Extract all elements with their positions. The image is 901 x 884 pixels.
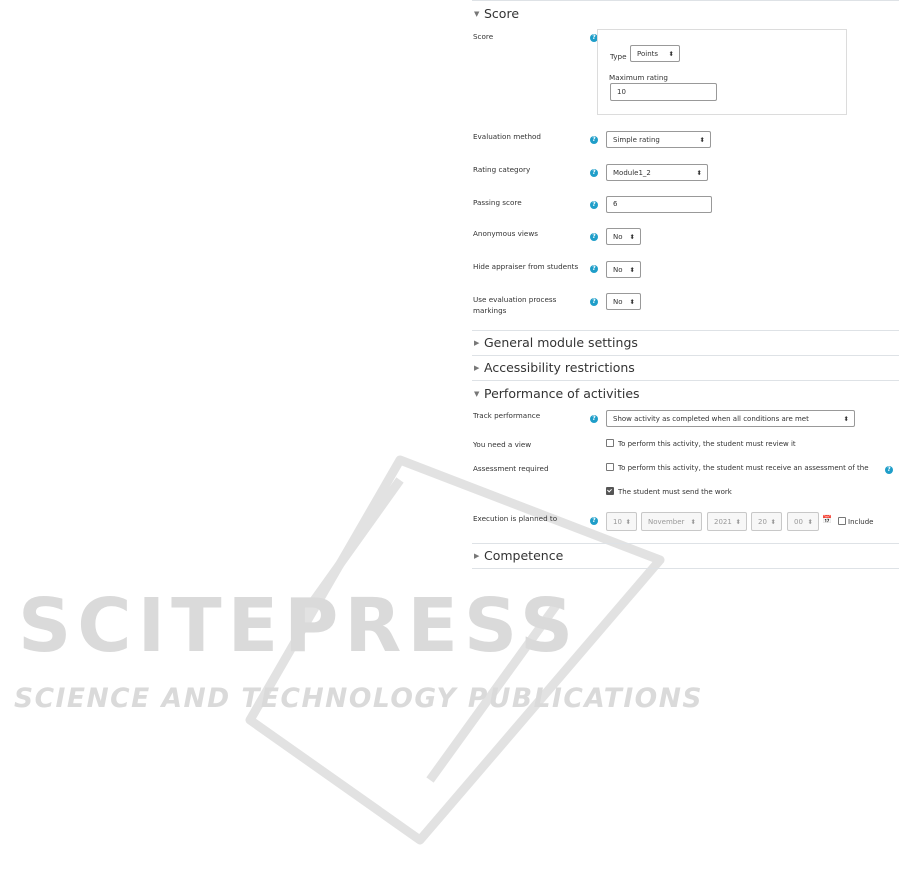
- include-checkbox[interactable]: [838, 517, 846, 525]
- help-icon[interactable]: ?: [590, 233, 598, 241]
- caret-right-icon: ▶: [474, 339, 480, 347]
- watermark-subtitle: SCIENCE AND TECHNOLOGY PUBLICATIONS: [14, 683, 703, 714]
- month-select[interactable]: November ⬍: [641, 512, 702, 531]
- divider: [472, 330, 899, 331]
- help-icon[interactable]: ?: [590, 517, 598, 525]
- help-icon[interactable]: ?: [885, 466, 893, 474]
- select-arrow-icon: ⬍: [629, 233, 635, 241]
- type-select[interactable]: Points ⬍: [630, 45, 680, 62]
- need-view-checkbox-row[interactable]: To perform this activity, the student mu…: [606, 439, 796, 448]
- need-view-checkbox[interactable]: [606, 439, 614, 447]
- use-markings-label: Use evaluation process markings: [473, 295, 557, 315]
- day-select[interactable]: 10 ⬍: [606, 512, 637, 531]
- hour-select[interactable]: 20 ⬍: [751, 512, 782, 531]
- passing-score-label: Passing score: [473, 198, 522, 207]
- section-header-performance[interactable]: ▼ Performance of activities: [474, 386, 640, 401]
- planned-label: Execution is planned to: [473, 514, 558, 523]
- send-work-checkbox-row[interactable]: The student must send the work: [606, 487, 732, 496]
- select-arrow-icon: ⬍: [625, 518, 631, 526]
- passing-score-input[interactable]: 6: [606, 196, 712, 213]
- help-icon[interactable]: ?: [590, 169, 598, 177]
- anonymous-views-select[interactable]: No ⬍: [606, 228, 641, 245]
- divider: [472, 355, 899, 356]
- section-header-competence[interactable]: ▶ Competence: [474, 548, 563, 563]
- select-arrow-icon: ⬍: [770, 518, 776, 526]
- section-header-general[interactable]: ▶ General module settings: [474, 335, 638, 350]
- divider: [472, 568, 899, 569]
- select-arrow-icon: ⬍: [735, 518, 741, 526]
- select-arrow-icon: ⬍: [843, 415, 849, 423]
- section-header-score[interactable]: ▼ Score: [474, 6, 519, 21]
- use-markings-select[interactable]: No ⬍: [606, 293, 641, 310]
- score-label: Score: [473, 32, 494, 41]
- send-work-checkbox[interactable]: [606, 487, 614, 495]
- rating-category-label: Rating category: [473, 165, 531, 174]
- hide-appraiser-label: Hide appraiser from students: [473, 262, 579, 271]
- type-label: Type: [610, 52, 627, 61]
- track-performance-label: Track performance: [473, 411, 541, 420]
- help-icon[interactable]: ?: [590, 298, 598, 306]
- max-rating-input[interactable]: 10: [610, 83, 717, 101]
- help-icon[interactable]: ?: [590, 201, 598, 209]
- select-arrow-icon: ⬍: [629, 298, 635, 306]
- need-view-label: You need a view: [473, 440, 532, 449]
- max-rating-label: Maximum rating: [609, 73, 668, 82]
- assessment-checkbox-row[interactable]: To perform this activity, the student mu…: [606, 463, 869, 472]
- evaluation-method-label: Evaluation method: [473, 132, 541, 141]
- caret-right-icon: ▶: [474, 552, 480, 560]
- section-header-accessibility[interactable]: ▶ Accessibility restrictions: [474, 360, 635, 375]
- minute-select[interactable]: 00 ⬍: [787, 512, 819, 531]
- include-checkbox-row[interactable]: Include: [838, 517, 873, 526]
- divider: [472, 543, 899, 544]
- hide-appraiser-select[interactable]: No ⬍: [606, 261, 641, 278]
- rating-category-select[interactable]: Module1_2 ⬍: [606, 164, 708, 181]
- divider: [472, 380, 899, 381]
- year-select[interactable]: 2021 ⬍: [707, 512, 747, 531]
- help-icon[interactable]: ?: [590, 415, 598, 423]
- help-icon[interactable]: ?: [590, 136, 598, 144]
- caret-right-icon: ▶: [474, 364, 480, 372]
- evaluation-method-select[interactable]: Simple rating ⬍: [606, 131, 711, 148]
- assessment-checkbox[interactable]: [606, 463, 614, 471]
- assessment-label: Assessment required: [473, 464, 549, 473]
- select-arrow-icon: ⬍: [696, 169, 702, 177]
- select-arrow-icon: ⬍: [807, 518, 813, 526]
- select-arrow-icon: ⬍: [668, 50, 674, 58]
- help-icon[interactable]: ?: [590, 265, 598, 273]
- select-arrow-icon: ⬍: [699, 136, 705, 144]
- caret-down-icon: ▼: [474, 10, 480, 18]
- track-performance-select[interactable]: Show activity as completed when all cond…: [606, 410, 855, 427]
- caret-down-icon: ▼: [474, 390, 480, 398]
- anonymous-views-label: Anonymous views: [473, 229, 538, 238]
- select-arrow-icon: ⬍: [690, 518, 696, 526]
- watermark-title: SCITEPRESS: [18, 583, 580, 669]
- divider: [472, 0, 899, 1]
- select-arrow-icon: ⬍: [629, 266, 635, 274]
- calendar-icon[interactable]: 📅: [822, 515, 832, 524]
